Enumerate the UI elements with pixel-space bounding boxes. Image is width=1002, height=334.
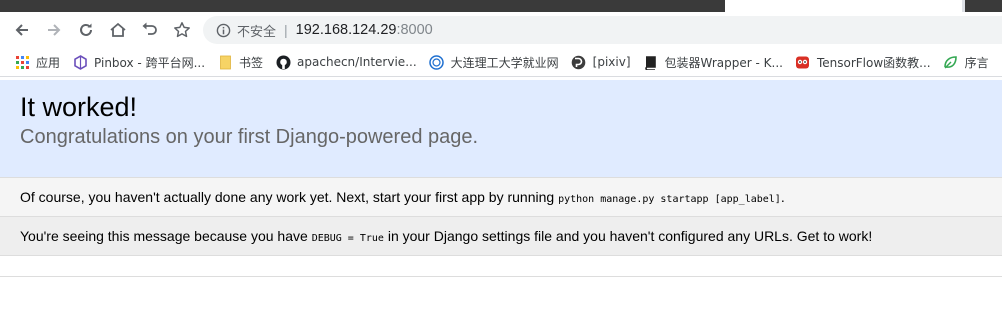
book-icon <box>643 54 659 70</box>
bookmark-preface[interactable]: 序言 <box>943 54 989 71</box>
bookmark-tensorflow[interactable]: TensorFlow函数教... <box>795 54 931 71</box>
instructions-message: You're seeing this message because you h… <box>20 228 872 244</box>
reload-icon <box>80 23 92 36</box>
github-icon <box>275 54 291 70</box>
bookmark-label: 序言 <box>964 55 989 70</box>
star-icon <box>174 22 190 38</box>
forward-button[interactable] <box>41 17 67 43</box>
back-arrow-icon <box>15 24 28 36</box>
summary-section: It worked! Congratulations on your first… <box>0 80 1002 178</box>
instructions-text-1: You're seeing this message because you h… <box>20 228 312 244</box>
leaf-icon <box>943 54 959 70</box>
address-host: 192.168.124.29 <box>295 22 397 38</box>
info-icon[interactable] <box>215 22 231 38</box>
bookmark-pixiv[interactable]: [pixiv] <box>571 54 631 70</box>
tab-bar-dark-region[interactable] <box>0 0 725 12</box>
pinbox-icon <box>72 54 88 70</box>
folder-icon <box>217 54 233 70</box>
undo-icon <box>142 22 157 35</box>
instructions-section: You're seeing this message because you h… <box>0 217 1002 256</box>
bookmark-label: 大连理工大学就业网 <box>450 55 559 70</box>
page-subtitle: Congratulations on your first Django-pow… <box>20 126 479 148</box>
browser-toolbar: 不安全 | 192.168.124.29:8000 <box>0 12 1002 48</box>
bookmark-dlut[interactable]: 大连理工大学就业网 <box>429 54 559 71</box>
bookmark-github[interactable]: apachecn/Intervie... <box>275 54 417 70</box>
reload-button[interactable] <box>73 17 99 43</box>
work-section: Of course, you haven't actually done any… <box>0 178 1002 217</box>
debug-setting: DEBUG = True <box>311 233 384 244</box>
bookmark-label: apachecn/Intervie... <box>297 55 417 69</box>
university-icon <box>429 54 445 70</box>
undo-button[interactable] <box>137 17 163 43</box>
address-bar[interactable]: 不安全 | 192.168.124.29:8000 <box>203 16 1002 44</box>
active-tab[interactable] <box>725 0 962 12</box>
bookmarks-bar: 应用 Pinbox - 跨平台网... 书签 apachecn/Intervie… <box>0 48 1002 77</box>
bookmark-apps[interactable]: 应用 <box>14 54 60 71</box>
bookmark-label: 书签 <box>239 55 264 70</box>
apps-grid-icon <box>14 54 30 70</box>
pixiv-icon <box>571 54 587 70</box>
work-message: Of course, you haven't actually done any… <box>20 189 785 205</box>
home-icon <box>110 22 126 37</box>
tab-bar-dark-region-right <box>965 0 1002 12</box>
bookmark-label: [pixiv] <box>592 55 631 69</box>
work-end: . <box>780 189 785 205</box>
work-text: Of course, you haven't actually done any… <box>20 189 559 205</box>
page-title: It worked! <box>20 92 138 122</box>
address-separator: | <box>284 22 288 38</box>
bookmark-label: Pinbox - 跨平台网... <box>94 55 206 70</box>
owl-icon <box>795 54 811 70</box>
bookmark-label: TensorFlow函数教... <box>816 55 931 70</box>
home-button[interactable] <box>105 17 131 43</box>
bookmark-folder[interactable]: 书签 <box>217 54 263 71</box>
page-content: It worked! Congratulations on your first… <box>0 80 1002 277</box>
bookmark-star-button[interactable] <box>169 17 195 43</box>
bookmark-label: 应用 <box>36 55 61 70</box>
instructions-text-2: in your Django settings file and you hav… <box>383 228 873 244</box>
bookmark-wrapper[interactable]: 包装器Wrapper - K... <box>643 54 783 71</box>
tab-strip <box>0 0 1002 12</box>
security-label[interactable]: 不安全 <box>237 21 276 40</box>
forward-arrow-icon <box>48 24 61 36</box>
back-button[interactable] <box>9 17 35 43</box>
startapp-command: python manage.py startapp [app_label] <box>558 194 781 205</box>
explanation-section <box>0 256 1002 277</box>
address-port: :8000 <box>396 22 433 38</box>
bookmark-pinbox[interactable]: Pinbox - 跨平台网... <box>72 54 205 71</box>
bookmark-label: 包装器Wrapper - K... <box>664 55 783 70</box>
